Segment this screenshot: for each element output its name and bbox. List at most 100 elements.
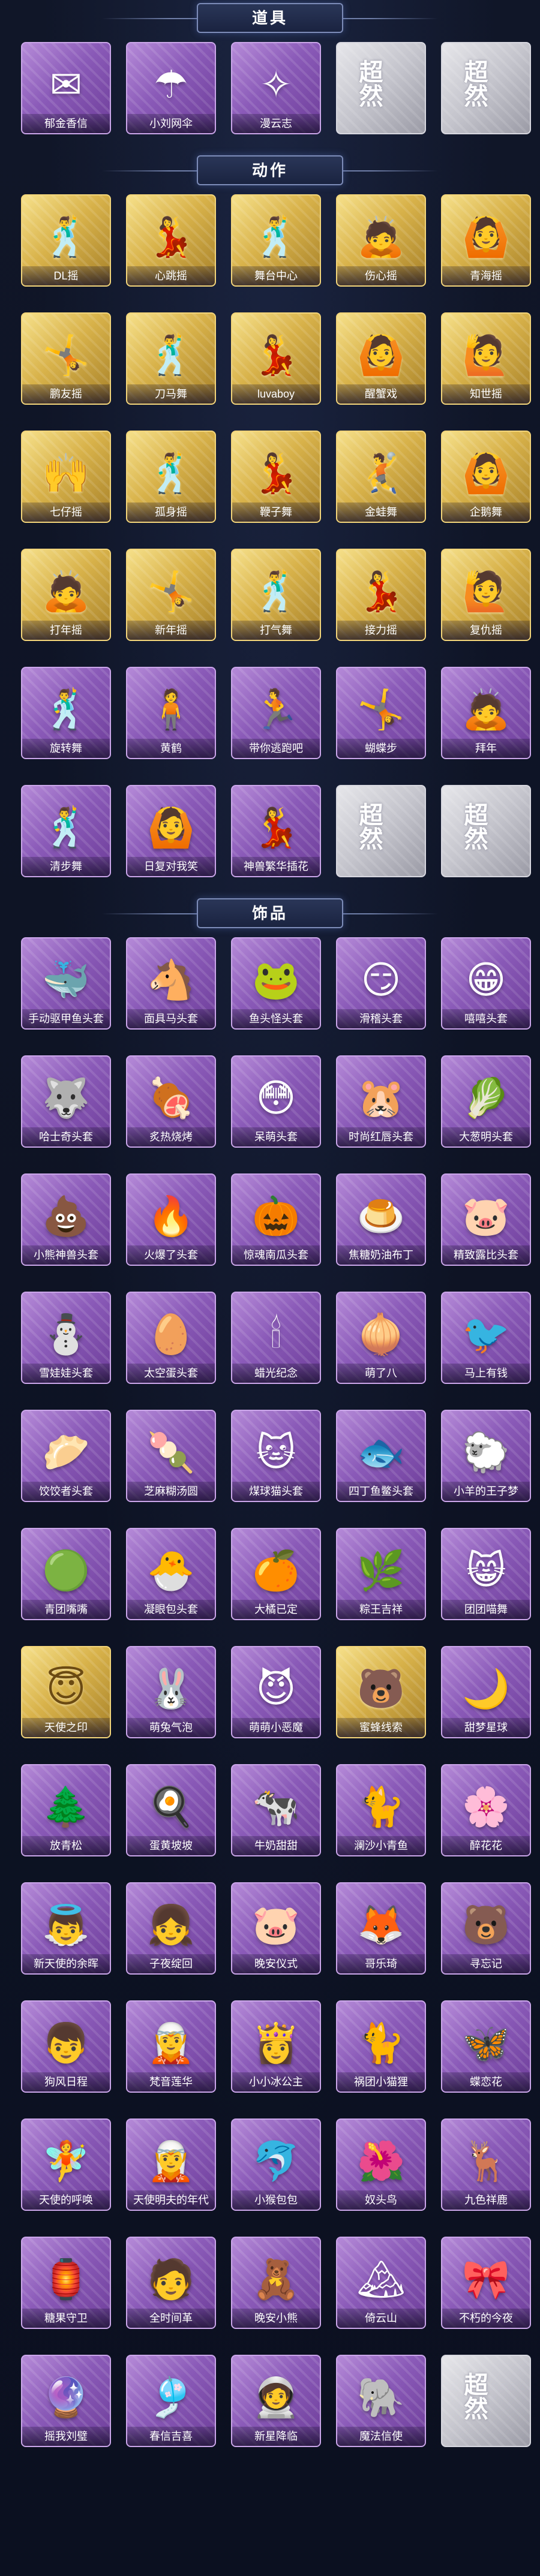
item-card[interactable]: 🍖 炙热烧烤	[126, 1055, 216, 1148]
item-card[interactable]: 🐺 哈士奇头套	[21, 1055, 111, 1148]
item-card[interactable]: 🏔 倚云山	[336, 2237, 426, 2329]
item-card[interactable]: 🕯 蜡光纪念	[231, 1292, 321, 1384]
item-card[interactable]: ✧ 漫云志	[231, 42, 321, 134]
item-card[interactable]: 🐘 魔法信使	[336, 2355, 426, 2447]
item-card[interactable]: 💃 神兽繁华插花	[231, 785, 321, 877]
item-card[interactable]: 🥟 饺饺者头套	[21, 1410, 111, 1502]
item-card[interactable]: 💩 小熊神兽头套	[21, 1173, 111, 1266]
item-card[interactable]: 🐰 萌兔气泡	[126, 1646, 216, 1738]
item-card[interactable]: 🙋 知世摇	[441, 312, 531, 405]
item-card[interactable]: 🙌 七仔摇	[21, 431, 111, 523]
item-card[interactable]: 🐑 小羊的王子梦	[441, 1410, 531, 1502]
item-card[interactable]: 🐣 凝眼包头套	[126, 1528, 216, 1620]
item-card[interactable]: 🐻 寻忘记	[441, 1882, 531, 1975]
item-card[interactable]: 🟢 青团嘴嘴	[21, 1528, 111, 1620]
item-card[interactable]: 🧍 黄鹤	[126, 667, 216, 759]
item-card[interactable]: 🍊 大橘已定	[231, 1528, 321, 1620]
item-card[interactable]: 😁 嘻嘻头套	[441, 937, 531, 1030]
item-card[interactable]: 🐱 煤球猫头套	[231, 1410, 321, 1502]
item-card[interactable]: 🕺 清步舞	[21, 785, 111, 877]
item-card[interactable]: 🌿 粽王吉祥	[336, 1528, 426, 1620]
item-card[interactable]: 🎐 春信吉喜	[126, 2355, 216, 2447]
item-card[interactable]: 🌲 放青松	[21, 1764, 111, 1856]
item-card[interactable]: 🐬 小猴包包	[231, 2118, 321, 2211]
item-card[interactable]: 💃 接力摇	[336, 549, 426, 641]
item-card[interactable]: 💃 鞭子舞	[231, 431, 321, 523]
item-card[interactable]: 🧸 晚安小熊	[231, 2237, 321, 2329]
item-card[interactable]: 🐴 面具马头套	[126, 937, 216, 1030]
item-card[interactable]: 😈 萌萌小恶魔	[231, 1646, 321, 1738]
item-card[interactable]: 🧅 萌了八	[336, 1292, 426, 1384]
item-card[interactable]: ✉ 郁金香信	[21, 42, 111, 134]
item-card[interactable]: 🦊 哥乐琦	[336, 1882, 426, 1975]
item-card[interactable]: 🤾 金蛙舞	[336, 431, 426, 523]
item-card[interactable]: 🤸 鹏友摇	[21, 312, 111, 405]
item-card[interactable]: 🐈 澜沙小青鱼	[336, 1764, 426, 1856]
item-card[interactable]: 超然	[336, 785, 426, 877]
item-card[interactable]: 🧝 天使明夫的年代	[126, 2118, 216, 2211]
item-card[interactable]: 超然	[336, 42, 426, 134]
item-card[interactable]: 🌺 奴头鸟	[336, 2118, 426, 2211]
item-card[interactable]: 🕺 旋转舞	[21, 667, 111, 759]
item-card[interactable]: 🙋 复仇摇	[441, 549, 531, 641]
item-card[interactable]: 💃 心跳摇	[126, 194, 216, 287]
item-card[interactable]: 👸 小小冰公主	[231, 2000, 321, 2093]
item-card[interactable]: 👦 狗风日程	[21, 2000, 111, 2093]
item-card[interactable]: 🐻 蜜蜂线索	[336, 1646, 426, 1738]
item-card[interactable]: 🌙 甜梦星球	[441, 1646, 531, 1738]
item-card[interactable]: 🕺 刀马舞	[126, 312, 216, 405]
item-card[interactable]: 🦌 九色祥鹿	[441, 2118, 531, 2211]
item-card[interactable]: 🏮 糖果守卫	[21, 2237, 111, 2329]
item-card[interactable]: 🧑‍🚀 新星降临	[231, 2355, 321, 2447]
item-card[interactable]: 🌸 醉花花	[441, 1764, 531, 1856]
item-card[interactable]: 🙆 醒蟹戏	[336, 312, 426, 405]
item-card[interactable]: ☂ 小刘网伞	[126, 42, 216, 134]
item-card[interactable]: 🐷 晚安仪式	[231, 1882, 321, 1975]
item-card[interactable]: 🔮 摇我刘璧	[21, 2355, 111, 2447]
item-card[interactable]: 🥬 大葱明头套	[441, 1055, 531, 1148]
item-card[interactable]: 超然	[441, 42, 531, 134]
item-card[interactable]: 🥚 太空蛋头套	[126, 1292, 216, 1384]
item-card[interactable]: 🕺 孤身摇	[126, 431, 216, 523]
item-card[interactable]: 😳 呆萌头套	[231, 1055, 321, 1148]
item-card[interactable]: 🍮 焦糖奶油布丁	[336, 1173, 426, 1266]
item-card[interactable]: 🐸 鱼头怪头套	[231, 937, 321, 1030]
item-card[interactable]: 🙇 打年摇	[21, 549, 111, 641]
item-card[interactable]: 🐈 祸团小猫狸	[336, 2000, 426, 2093]
item-card[interactable]: 🎀 不朽的今夜	[441, 2237, 531, 2329]
item-card[interactable]: 👧 子夜绽回	[126, 1882, 216, 1975]
item-card[interactable]: 🍡 芝麻糊汤圆	[126, 1410, 216, 1502]
item-card[interactable]: 超然	[441, 785, 531, 877]
item-card[interactable]: 🙆 企鹅舞	[441, 431, 531, 523]
item-card[interactable]: 🐟 四丁鱼鳖头套	[336, 1410, 426, 1502]
item-card[interactable]: 😏 滑稽头套	[336, 937, 426, 1030]
item-card[interactable]: 🕺 打气舞	[231, 549, 321, 641]
item-card[interactable]: 🐹 时尚红唇头套	[336, 1055, 426, 1148]
item-card[interactable]: 🏃 带你逃跑吧	[231, 667, 321, 759]
item-card[interactable]: 🦋 蝶恋花	[441, 2000, 531, 2093]
item-card[interactable]: 🐄 牛奶甜甜	[231, 1764, 321, 1856]
item-card[interactable]: 🐳 手动驱甲鱼头套	[21, 937, 111, 1030]
item-card[interactable]: 🧝 梵音莲华	[126, 2000, 216, 2093]
item-card[interactable]: 🕺 舞台中心	[231, 194, 321, 287]
item-card[interactable]: 🙆 青海摇	[441, 194, 531, 287]
item-card[interactable]: 🤸 新年摇	[126, 549, 216, 641]
item-card[interactable]: 💃 luvaboy	[231, 312, 321, 405]
item-card[interactable]: 🎃 惊魂南瓜头套	[231, 1173, 321, 1266]
item-card[interactable]: 🧑 全时间革	[126, 2237, 216, 2329]
item-card[interactable]: ⛄ 雪娃娃头套	[21, 1292, 111, 1384]
item-card[interactable]: 🐦 马上有钱	[441, 1292, 531, 1384]
item-card[interactable]: 🤸 蝴蝶步	[336, 667, 426, 759]
item-card[interactable]: 😸 团团喵舞	[441, 1528, 531, 1620]
item-card[interactable]: 🔥 火爆了头套	[126, 1173, 216, 1266]
item-card[interactable]: 🙇 拜年	[441, 667, 531, 759]
item-card[interactable]: 🧚 天使的呼唤	[21, 2118, 111, 2211]
item-card[interactable]: 🍳 蛋黄坡坡	[126, 1764, 216, 1856]
item-card[interactable]: 🙇 伤心摇	[336, 194, 426, 287]
item-card[interactable]: 🐷 精致露比头套	[441, 1173, 531, 1266]
item-card[interactable]: 😇 天使之印	[21, 1646, 111, 1738]
item-card[interactable]: 🕺 DL摇	[21, 194, 111, 287]
item-card[interactable]: 超然	[441, 2355, 531, 2447]
item-card[interactable]: 🙆 日复对我笑	[126, 785, 216, 877]
item-card[interactable]: 👼 新天使的余晖	[21, 1882, 111, 1975]
